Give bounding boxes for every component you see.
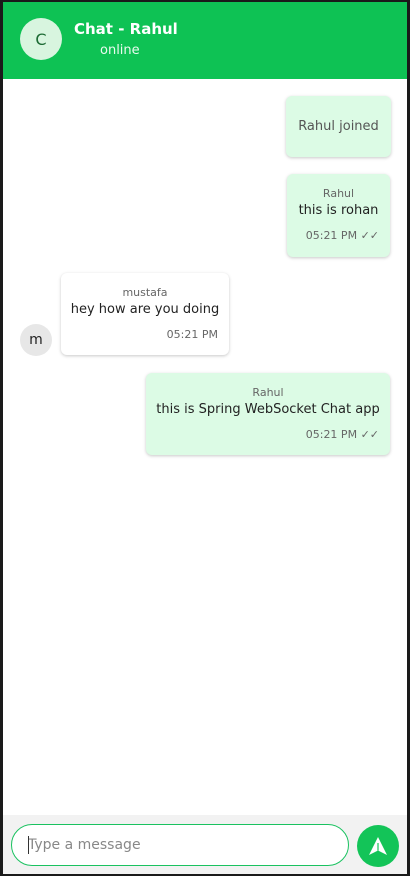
message-text: hey how are you doing bbox=[70, 302, 220, 317]
message-sender: Rahul bbox=[322, 187, 355, 200]
message-text: this is Spring WebSocket Chat app bbox=[156, 402, 380, 417]
sender-avatar-letter: m bbox=[29, 332, 43, 348]
chat-title: Chat - Rahul bbox=[74, 20, 178, 38]
outgoing-message: Rahul this is rohan 05:21 PM ✓✓ bbox=[287, 174, 390, 257]
incoming-message: mustafa hey how are you doing 05:21 PM bbox=[61, 273, 229, 355]
message-meta: 05:21 PM ✓✓ bbox=[306, 229, 379, 242]
message-sender: Rahul bbox=[252, 386, 284, 399]
double-check-icon: ✓✓ bbox=[360, 428, 379, 441]
send-icon bbox=[369, 837, 387, 855]
message-time: 05:21 PM bbox=[166, 328, 218, 341]
system-message: Rahul joined bbox=[286, 96, 391, 157]
message-time: 05:21 PM bbox=[305, 229, 358, 242]
chat-header: C Chat - Rahul online bbox=[3, 2, 407, 79]
message-text: this is rohan bbox=[298, 203, 379, 218]
outgoing-message: Rahul this is Spring WebSocket Chat app … bbox=[146, 373, 390, 455]
message-meta: 05:21 PM ✓✓ bbox=[306, 428, 379, 441]
message-sender: mustafa bbox=[122, 286, 168, 299]
send-button[interactable] bbox=[357, 825, 399, 867]
online-status: online bbox=[100, 43, 140, 58]
double-check-icon: ✓✓ bbox=[360, 229, 379, 242]
chat-window: C Chat - Rahul online Rahul joined Rahul… bbox=[3, 2, 407, 874]
system-message-text: Rahul joined bbox=[298, 119, 379, 134]
chat-avatar: C bbox=[20, 18, 62, 60]
composer-bar bbox=[3, 815, 407, 874]
text-caret bbox=[28, 836, 29, 854]
sender-avatar: m bbox=[20, 324, 52, 356]
chat-avatar-letter: C bbox=[35, 29, 47, 49]
message-input[interactable] bbox=[11, 824, 349, 866]
message-time: 05:21 PM bbox=[305, 428, 358, 441]
